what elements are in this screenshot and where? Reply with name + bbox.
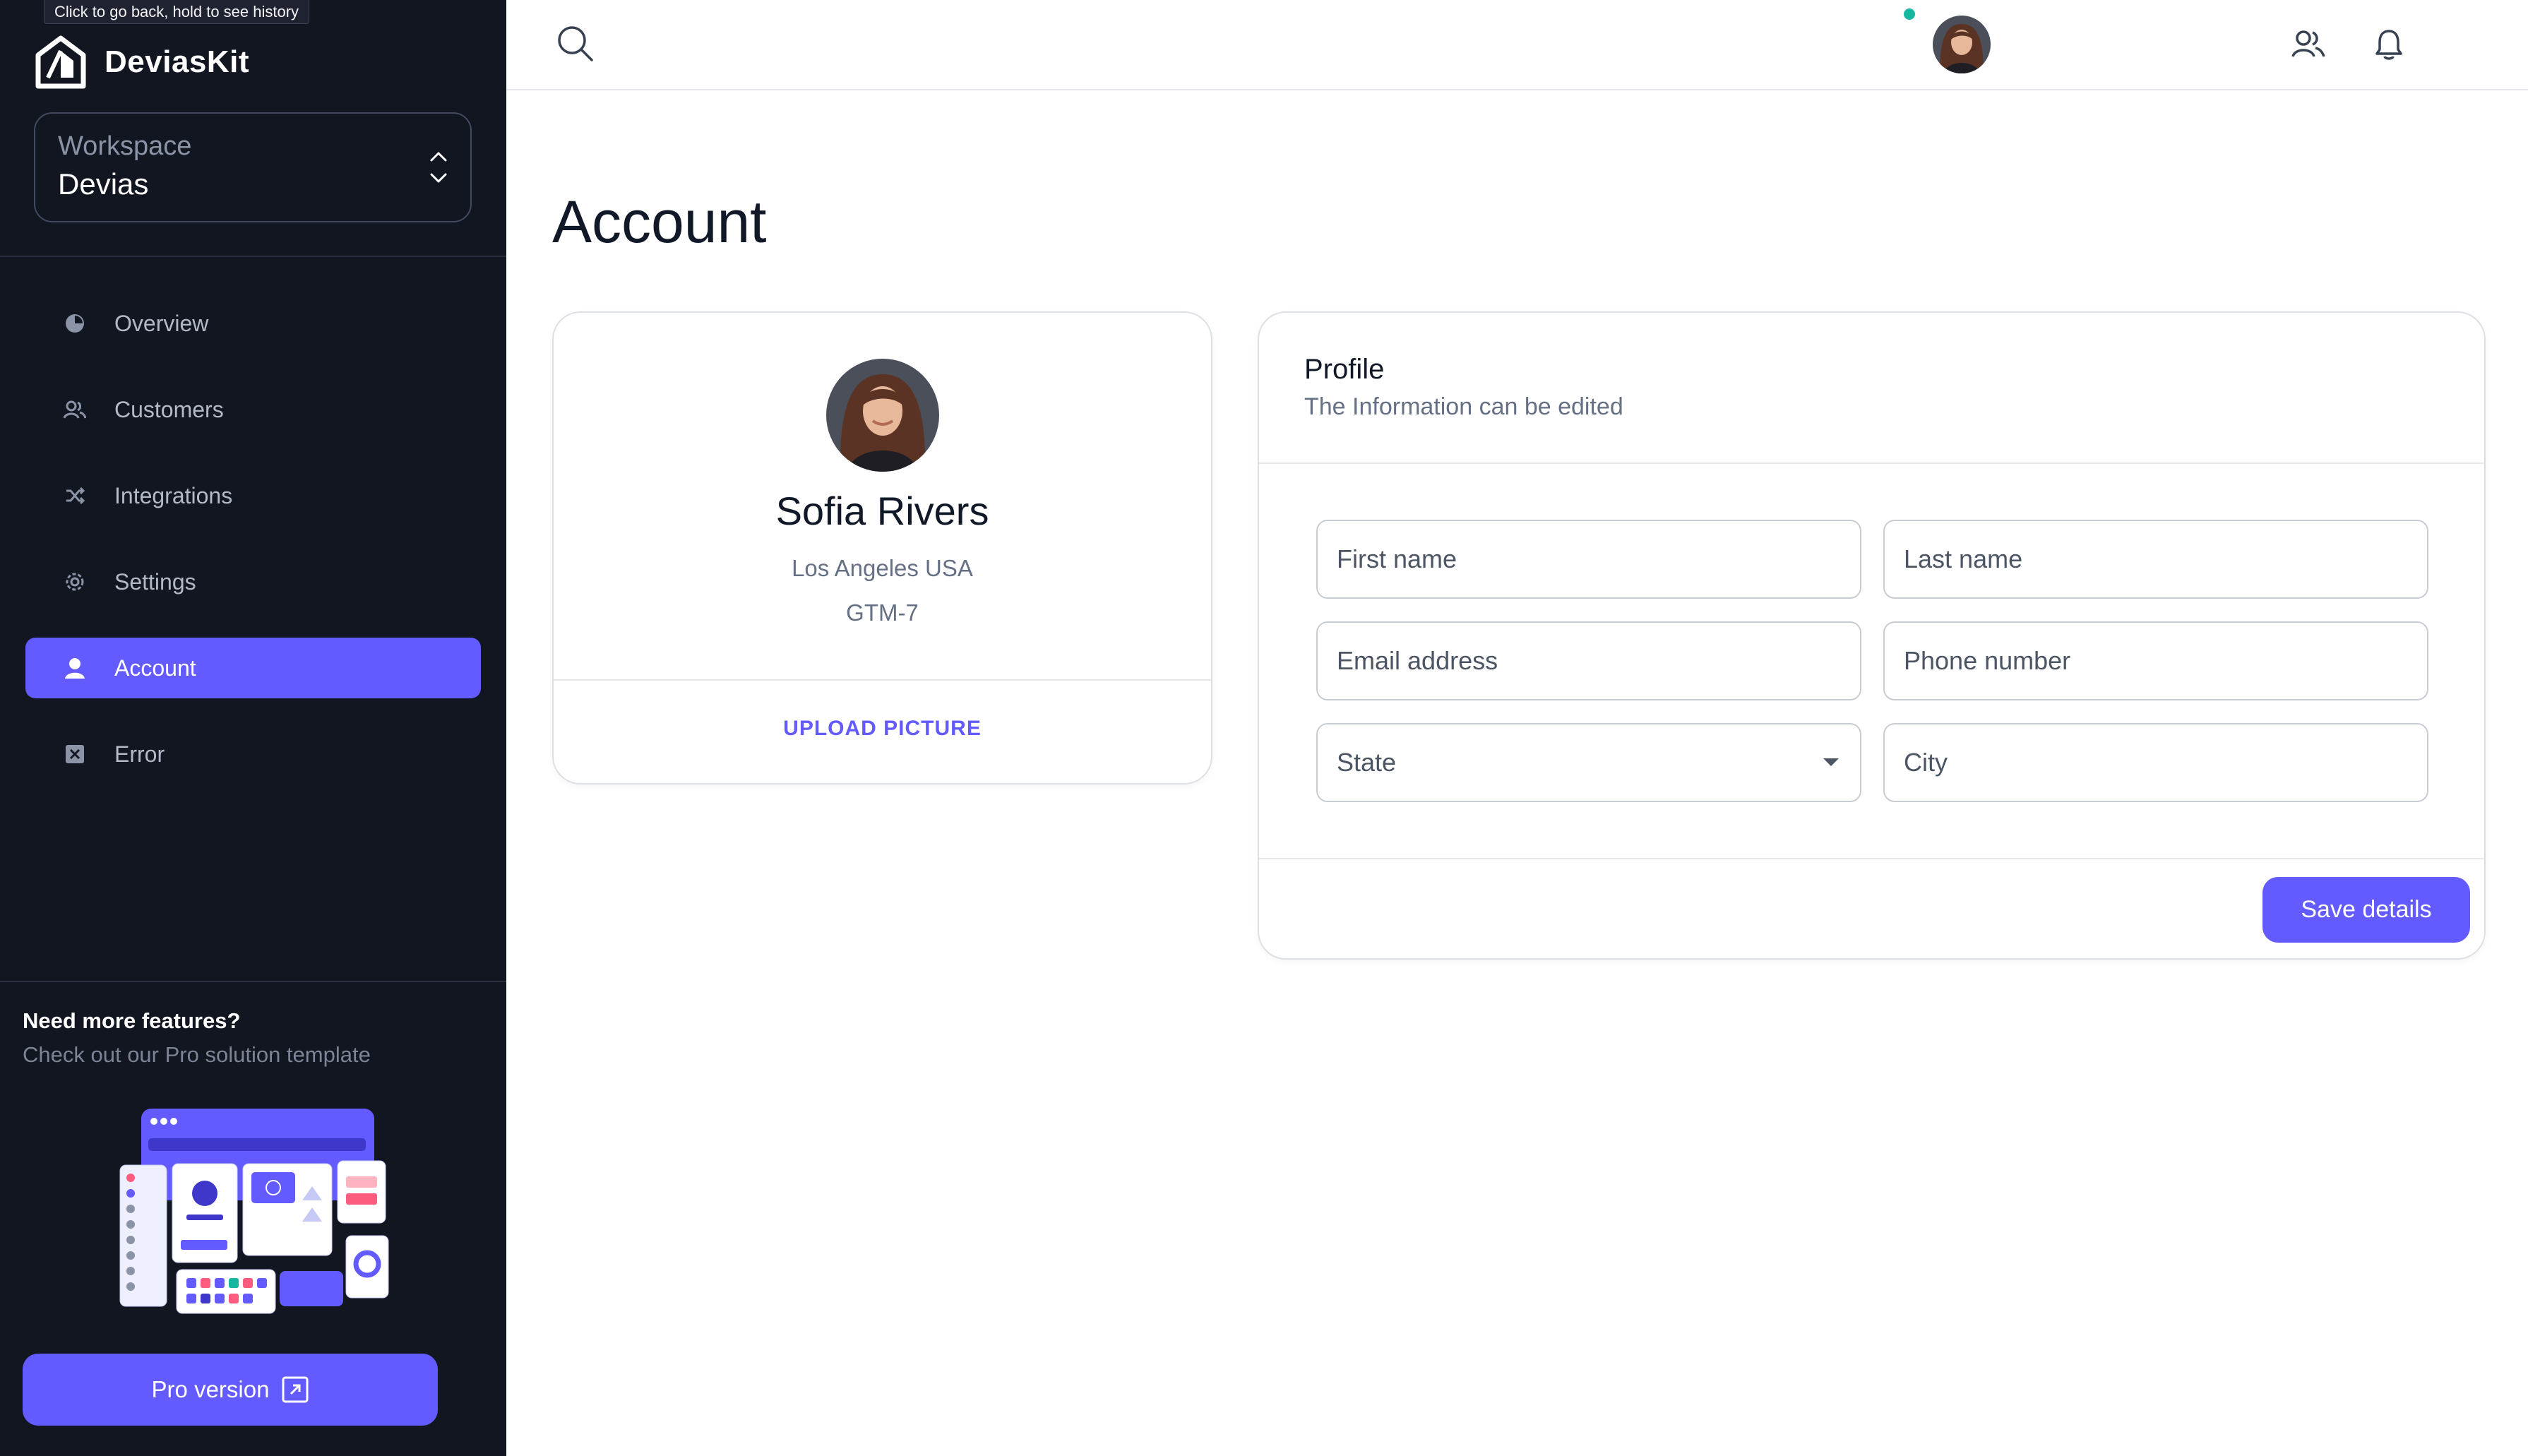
nav-item-settings[interactable]: Settings — [25, 551, 481, 612]
card-divider — [1259, 858, 2484, 859]
state-label: State — [1337, 748, 1397, 777]
nav-item-error[interactable]: Error — [25, 724, 481, 784]
sidebar-divider — [0, 981, 506, 982]
nav-item-overview[interactable]: Overview — [25, 293, 481, 354]
state-select[interactable]: State — [1316, 723, 1861, 802]
upload-picture-button[interactable]: UPLOAD PICTURE — [554, 717, 1211, 741]
pro-version-label: Pro version — [151, 1376, 270, 1402]
workspace-selector[interactable]: Workspace Devias — [34, 112, 472, 222]
last-name-field[interactable]: Last name — [1883, 520, 2428, 599]
save-details-button[interactable]: Save details — [2262, 877, 2470, 943]
profile-name: Sofia Rivers — [775, 489, 989, 533]
users-icon[interactable] — [2291, 28, 2325, 59]
profile-timezone: GTM-7 — [846, 599, 919, 626]
phone-label: Phone number — [1904, 646, 2071, 675]
promo-title: Need more features? — [23, 1008, 241, 1033]
card-divider — [1259, 463, 2484, 464]
profile-form-card: Profile The Information can be edited Fi… — [1258, 311, 2486, 960]
city-label: City — [1904, 748, 1948, 777]
search-icon[interactable] — [556, 24, 595, 64]
avatar — [826, 359, 939, 472]
sidebar-divider — [0, 256, 506, 257]
card-divider — [554, 679, 1211, 681]
page-title: Account — [552, 189, 767, 255]
last-name-label: Last name — [1904, 544, 2023, 573]
nav-label: Customers — [114, 396, 224, 422]
gear-icon — [62, 569, 88, 595]
nav-label: Error — [114, 741, 165, 767]
nav-item-account[interactable]: Account — [25, 638, 481, 698]
nav-label: Account — [114, 655, 196, 681]
workspace-value: Devias — [58, 167, 149, 201]
sidebar: Click to go back, hold to see history De… — [0, 0, 506, 1456]
promo-subtitle: Check out our Pro solution template — [23, 1042, 371, 1067]
bell-icon[interactable] — [2374, 28, 2404, 61]
avatar[interactable] — [1933, 16, 1991, 73]
brand-logo[interactable]: DeviasKit — [35, 35, 249, 89]
nav-item-integrations[interactable]: Integrations — [25, 465, 481, 526]
profile-summary-card: Sofia Rivers Los Angeles USA GTM-7 UPLOA… — [552, 311, 1212, 784]
top-navbar — [506, 0, 2528, 90]
user-icon — [62, 655, 88, 681]
workspace-label: Workspace — [58, 131, 192, 161]
form-title: Profile — [1304, 354, 1385, 385]
chart-pie-icon — [62, 311, 88, 336]
nav-label: Integrations — [114, 482, 233, 508]
nav-label: Settings — [114, 568, 196, 595]
email-field[interactable]: Email address — [1316, 621, 1861, 700]
city-field[interactable]: City — [1883, 723, 2428, 802]
email-label: Email address — [1337, 646, 1498, 675]
caret-down-icon — [1823, 758, 1839, 766]
x-square-icon — [62, 741, 88, 767]
first-name-label: First name — [1337, 544, 1457, 573]
caret-up-down-icon — [430, 152, 447, 183]
first-name-field[interactable]: First name — [1316, 520, 1861, 599]
dashboard-illustration — [119, 1109, 389, 1314]
nav-item-customers[interactable]: Customers — [25, 379, 481, 440]
sidebar-nav: Overview Customers Integrations Settings… — [25, 293, 481, 810]
notification-dot — [1904, 8, 1915, 20]
plugs-icon — [62, 483, 88, 508]
back-tooltip: Click to go back, hold to see history — [44, 0, 310, 24]
avatar-image — [826, 359, 939, 472]
profile-location: Los Angeles USA — [792, 555, 973, 581]
external-link-icon — [282, 1376, 309, 1403]
avatar-image — [1933, 16, 1991, 73]
nav-label: Overview — [114, 310, 209, 336]
users-icon — [62, 397, 88, 422]
logo-icon — [35, 35, 86, 89]
form-subtitle: The Information can be edited — [1304, 393, 1623, 420]
phone-field[interactable]: Phone number — [1883, 621, 2428, 700]
brand-name: DeviasKit — [105, 44, 250, 79]
pro-version-button[interactable]: Pro version — [23, 1354, 438, 1426]
